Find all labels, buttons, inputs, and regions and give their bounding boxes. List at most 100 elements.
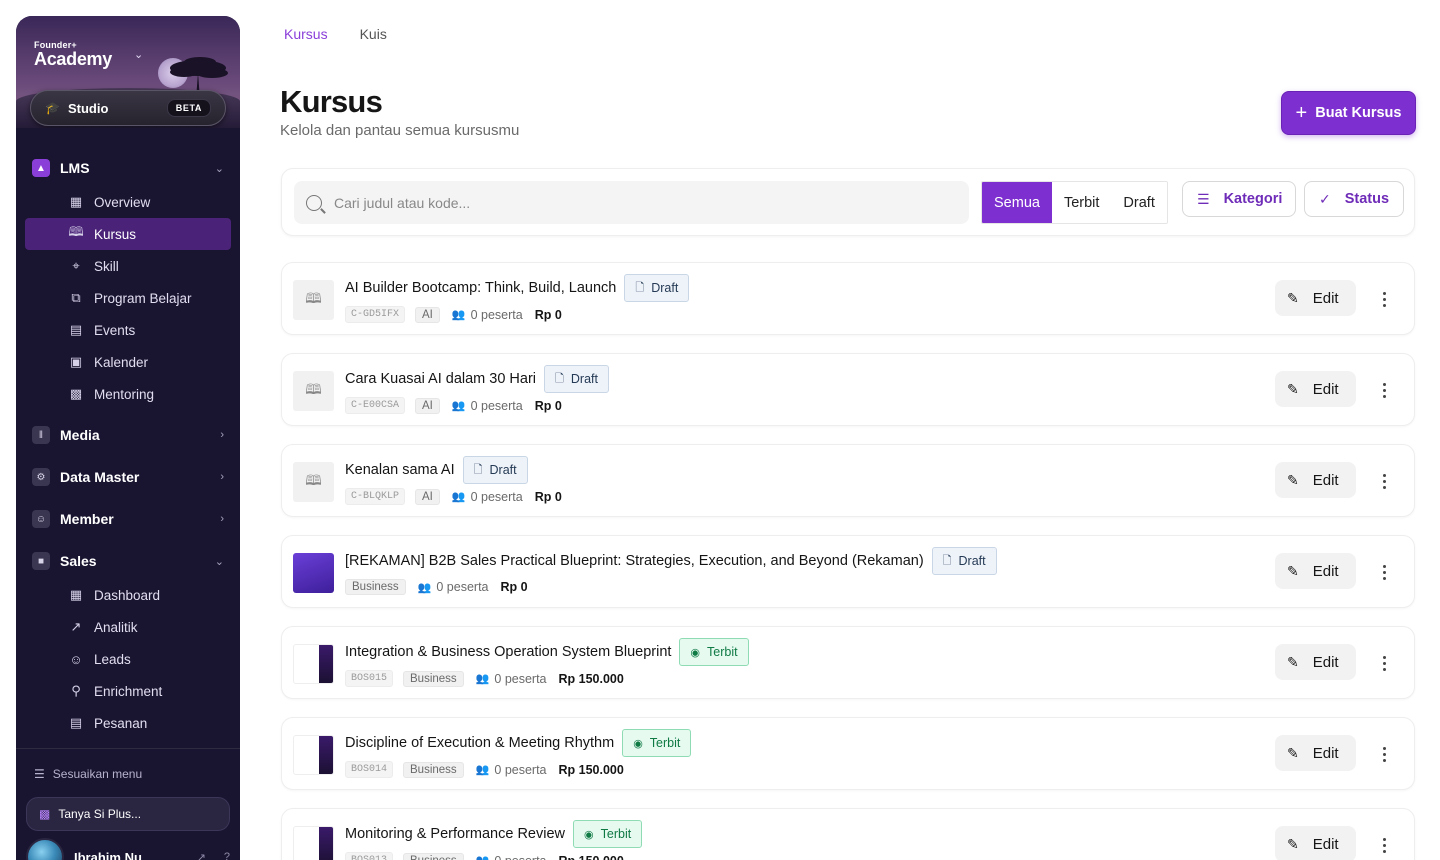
course-title-row: Integration & Business Operation System … (345, 638, 749, 666)
brand-logo[interactable]: Founder+ Academy (34, 40, 112, 68)
studio-switcher[interactable]: 🎓 Studio BETA (30, 90, 226, 126)
course-card[interactable]: 🕮 Cara Kuasai AI dalam 30 Hari 🗋 Draft C-E00… (281, 353, 1415, 426)
course-title-row: Discipline of Execution & Meeting Rhythm… (345, 729, 692, 757)
more-options-icon[interactable] (1378, 289, 1390, 309)
course-title[interactable]: Discipline of Execution & Meeting Rhythm (345, 735, 614, 751)
pencil-icon: ✎ (1287, 835, 1299, 852)
more-options-icon[interactable] (1378, 471, 1390, 491)
external-link-icon[interactable]: ↗ (197, 851, 206, 860)
course-price: Rp 150.000 (558, 671, 624, 686)
chevron-down-icon[interactable]: ⌄ (134, 48, 143, 61)
course-price: Rp 0 (534, 398, 562, 413)
search-box[interactable] (294, 181, 969, 224)
customize-menu-button[interactable]: ☰ Sesuaikan menu (16, 763, 240, 785)
brand-name: Academy (34, 49, 112, 69)
edit-button[interactable]: ✎ Edit (1275, 553, 1356, 589)
eye-icon: ◉ (633, 737, 643, 750)
course-thumbnail (293, 826, 334, 860)
filter-bar: Semua Terbit Draft ☰ Kategori ✓ Status (281, 168, 1415, 236)
group-label: LMS (60, 160, 90, 176)
check-circle-icon: ✓ (1319, 190, 1331, 207)
sidebar-item-analitik[interactable]: ↗ Analitik (25, 611, 231, 643)
course-title[interactable]: [REKAMAN] B2B Sales Practical Blueprint:… (345, 553, 924, 569)
kategori-filter-button[interactable]: ☰ Kategori (1182, 181, 1296, 217)
edit-button[interactable]: ✎ Edit (1275, 735, 1356, 771)
sidebar-item-dashboard[interactable]: ▦ Dashboard (25, 579, 231, 611)
course-card[interactable]: 🕮 Kenalan sama AI 🗋 Draft C-BLQKLP AI 👥 0 peser… (281, 444, 1415, 517)
book-icon: 🕮 (305, 290, 322, 306)
sidebar-item-mentoring[interactable]: ▩ Mentoring (25, 378, 231, 410)
course-card[interactable]: Discipline of Execution & Meeting Rhythm… (281, 717, 1415, 790)
book-icon: 🕮 (68, 224, 84, 239)
course-title[interactable]: AI Builder Bootcamp: Think, Build, Launc… (345, 280, 616, 296)
tab-kursus[interactable]: Kursus (284, 26, 328, 42)
edit-button[interactable]: ✎ Edit (1275, 280, 1356, 316)
sidebar-item-kursus[interactable]: 🕮 Kursus (25, 218, 231, 250)
sidebar-item-kalender[interactable]: ▣ Kalender (25, 346, 231, 378)
sidebar-item-program-belajar[interactable]: ⧉ Program Belajar (25, 282, 231, 314)
calendar-icon: ▤ (69, 322, 83, 337)
top-tabs: Kursus Kuis (284, 26, 387, 42)
course-title-row: Cara Kuasai AI dalam 30 Hari 🗋 Draft (345, 365, 609, 393)
store-icon: ■ (32, 552, 50, 570)
sidebar-item-events[interactable]: ▤ Events (25, 314, 231, 346)
edit-button[interactable]: ✎ Edit (1275, 371, 1356, 407)
search-input[interactable] (334, 194, 957, 211)
course-card[interactable]: Monitoring & Performance Review ◉ Terbit BO… (281, 808, 1415, 860)
edit-button[interactable]: ✎ Edit (1275, 644, 1356, 680)
users-icon: 👥 (451, 400, 466, 412)
participant-count: 👥 0 peserta (476, 854, 547, 860)
more-options-icon[interactable] (1378, 653, 1390, 673)
help-icon[interactable]: ? (224, 851, 230, 860)
eye-icon: ◉ (690, 646, 701, 659)
course-title[interactable]: Monitoring & Performance Review (345, 826, 565, 842)
sidebar-group-data-master[interactable]: ⚙ Data Master › (16, 461, 240, 493)
status-badge-label: Draft (651, 281, 679, 295)
users-icon: 👥 (475, 764, 490, 776)
participant-label: 0 peserta (494, 854, 546, 860)
user-profile[interactable]: Ibrahim Nu... ↗ ? (16, 838, 240, 860)
sidebar-group-lms[interactable]: ▲ LMS ⌄ (16, 152, 240, 184)
sidebar-group-media[interactable]: ‖ Media › (16, 419, 240, 451)
participant-label: 0 peserta (494, 762, 547, 777)
more-options-icon[interactable] (1378, 835, 1390, 855)
course-meta: BOS015 Business 👥 0 peserta Rp 150.000 (345, 670, 624, 687)
sidebar-item-enrichment[interactable]: ⚲ Enrichment (25, 675, 231, 707)
course-title-row: Kenalan sama AI 🗋 Draft (345, 456, 528, 484)
status-badge-label: Terbit (600, 827, 632, 841)
course-meta: C-E00CSA AI 👥 0 peserta Rp 0 (345, 397, 562, 414)
group-label: Media (60, 427, 100, 443)
sidebar-item-pesanan[interactable]: ▤ Pesanan (25, 707, 231, 739)
create-course-button[interactable]: + Buat Kursus (1281, 91, 1416, 135)
course-title-row: AI Builder Bootcamp: Think, Build, Launc… (345, 274, 690, 302)
sidebar-item-label: Enrichment (94, 683, 163, 699)
course-category: AI (415, 397, 440, 414)
course-title[interactable]: Cara Kuasai AI dalam 30 Hari (345, 371, 536, 387)
course-meta: BOS013 Business 👥 0 peserta Rp 150.000 (345, 852, 624, 860)
sidebar-nav: ▲ LMS ⌄ ▦ Overview 🕮 Kursus ⌖ Skill ⧉ Pr… (16, 152, 240, 739)
course-card[interactable]: [REKAMAN] B2B Sales Practical Blueprint:… (281, 535, 1415, 608)
ask-assistant-button[interactable]: ▩ Tanya Si Plus... (26, 797, 230, 831)
sidebar-item-skill[interactable]: ⌖ Skill (25, 250, 231, 282)
more-options-icon[interactable] (1378, 562, 1390, 582)
course-card[interactable]: Integration & Business Operation System … (281, 626, 1415, 699)
course-category: Business (403, 670, 464, 687)
more-options-icon[interactable] (1378, 744, 1390, 764)
edit-label: Edit (1312, 380, 1339, 398)
course-card[interactable]: 🕮 AI Builder Bootcamp: Think, Build, Laun… (281, 262, 1415, 335)
edit-button[interactable]: ✎ Edit (1275, 462, 1356, 498)
segment-draft[interactable]: Draft (1111, 182, 1167, 223)
status-filter-button[interactable]: ✓ Status (1304, 181, 1404, 217)
sidebar-item-overview[interactable]: ▦ Overview (25, 186, 231, 218)
sidebar-item-leads[interactable]: ☺ Leads (25, 643, 231, 675)
tab-kuis[interactable]: Kuis (360, 26, 387, 42)
segment-semua[interactable]: Semua (982, 182, 1052, 223)
sidebar-group-sales[interactable]: ■ Sales ⌄ (16, 545, 240, 577)
edit-button[interactable]: ✎ Edit (1275, 826, 1356, 860)
course-title[interactable]: Integration & Business Operation System … (345, 644, 671, 660)
course-title[interactable]: Kenalan sama AI (345, 462, 455, 478)
segment-terbit[interactable]: Terbit (1051, 182, 1112, 223)
course-thumbnail (293, 644, 334, 684)
sidebar-group-member[interactable]: ☺ Member › (16, 503, 240, 535)
more-options-icon[interactable] (1378, 380, 1390, 400)
